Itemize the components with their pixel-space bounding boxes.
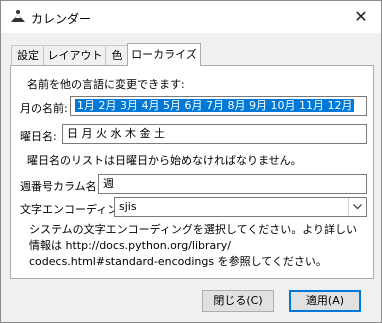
chevron-down-icon[interactable]: [348, 198, 366, 216]
close-icon[interactable]: ✕: [349, 5, 373, 29]
tab-settings[interactable]: 設定: [11, 45, 45, 65]
encoding-help-line-1: システムの文字エンコーディングを選択してください。より詳しい: [29, 223, 358, 236]
tab-layout[interactable]: レイアウト: [43, 45, 107, 65]
localize-panel: 名前を他の言語に変更できます: 月の名前: 1月 2月 3月 4月 5月 6月 …: [10, 65, 374, 279]
intro-text: 名前を他の言語に変更できます:: [27, 78, 185, 91]
tab-localize[interactable]: ローカライズ: [127, 43, 201, 66]
tab-color[interactable]: 色: [105, 45, 129, 65]
calendar-app-icon: [9, 8, 27, 26]
window-title: カレンダー: [31, 12, 92, 26]
encoding-value: sjis: [119, 200, 137, 213]
month-names-value: 1月 2月 3月 4月 5月 6月 7月 8月 9月 10月 11月 12月: [75, 99, 355, 112]
weekday-names-input[interactable]: 日 月 火 水 木 金 土: [62, 124, 367, 144]
month-names-input[interactable]: 1月 2月 3月 4月 5月 6月 7月 8月 9月 10月 11月 12月: [70, 96, 367, 116]
weekday-note-text: 曜日名のリストは日曜日から始めなければなりません。: [27, 154, 302, 167]
encoding-help-line-2: 情報は http://docs.python.org/library/: [29, 239, 232, 252]
encoding-help-line-3: codecs.html#standard-encodings を参照してください…: [29, 255, 327, 268]
week-column-label: 週番号カラム名:: [20, 180, 101, 193]
apply-button[interactable]: 適用(A): [289, 290, 361, 312]
title-bar: カレンダー ✕: [1, 1, 381, 33]
week-column-input[interactable]: 週: [98, 174, 367, 194]
encoding-select[interactable]: sjis: [114, 197, 367, 217]
close-button[interactable]: 閉じる(C): [202, 290, 274, 312]
dialog-window: カレンダー ✕ 設定 レイアウト 色 ローカライズ 名前を他の言語に変更できます…: [0, 0, 382, 323]
month-names-label: 月の名前:: [20, 102, 68, 115]
weekday-names-label: 曜日名:: [20, 130, 57, 143]
